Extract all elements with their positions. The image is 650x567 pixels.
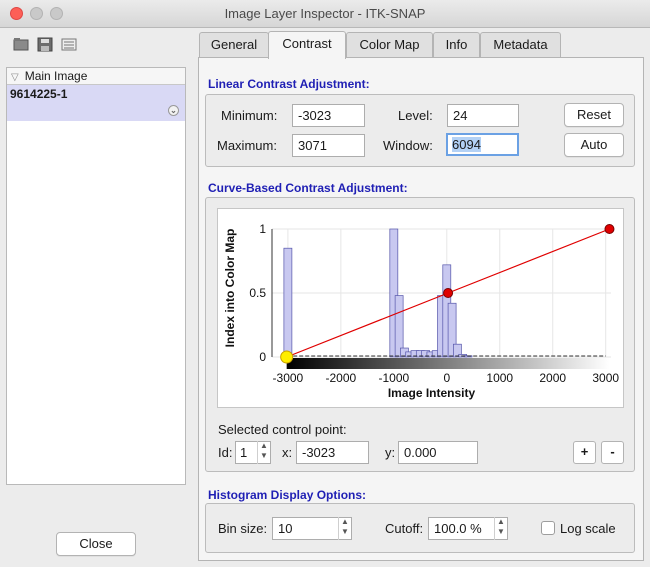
close-button[interactable]: Close [56,532,136,556]
layer-item-name: 9614225-1 [10,87,68,101]
chevron-down-icon[interactable]: ⌄ [168,105,179,116]
layer-group-header[interactable]: ▽ Main Image [7,68,185,85]
x-tick-label: -1000 [378,371,409,385]
window-title: Image Layer Inspector - ITK-SNAP [224,6,426,21]
y-tick-label: 1 [259,222,266,236]
histogram-bar [283,247,293,358]
bin-size-value: 10 [278,521,293,536]
layer-item[interactable]: 9614225-1 ⌄ [7,85,185,121]
x-axis-label: Image Intensity [388,386,476,400]
log-scale-checkbox[interactable] [541,521,555,535]
curve-chart[interactable]: -3000 -2000 -1000 0 1000 2000 3000 0 0.5 1 Image I… [218,209,625,409]
tab-color-map[interactable]: Color Map [346,32,433,58]
x-tick-label: 0 [443,371,450,385]
tab-info[interactable]: Info [433,32,480,58]
control-point[interactable] [604,224,615,234]
auto-button[interactable]: Auto [564,133,624,157]
layer-info-icon[interactable] [61,37,77,52]
maximum-label: Maximum: [217,138,277,153]
collapse-triangle-icon[interactable]: ▽ [11,72,19,83]
linear-contrast-title: Linear Contrast Adjustment: [208,77,370,91]
y-label: y: [385,445,396,460]
x-tick-label: -3000 [273,371,304,385]
cutoff-value: 100.0 % [434,521,482,536]
y-axis-label: Index into Color Map [223,229,237,348]
cutoff-spinner-arrows-icon[interactable]: ▲ ▼ [494,517,507,540]
bin-size-spinner-arrows-icon[interactable]: ▲ ▼ [338,517,351,540]
layer-list: ▽ Main Image 9614225-1 ⌄ [6,67,186,485]
reset-button[interactable]: Reset [564,103,624,127]
save-icon[interactable] [37,37,53,52]
layer-group-label: Main Image [24,69,88,83]
curve-plot[interactable]: -3000 -2000 -1000 0 1000 2000 3000 0 0.5 1 Image I… [217,208,624,408]
y-tick-label: 0 [259,350,266,364]
window-label: Window: [383,138,433,153]
x-tick-label: -2000 [326,371,357,385]
add-point-button[interactable]: + [573,441,596,464]
curve-contrast-title: Curve-Based Contrast Adjustment: [208,181,408,195]
x-label: x: [282,445,293,460]
x-tick-label: 2000 [539,371,566,385]
histogram-options-title: Histogram Display Options: [208,488,367,502]
remove-point-button[interactable]: - [601,441,624,464]
cutoff-label: Cutoff: [385,521,424,536]
bin-size-label: Bin size: [218,521,268,536]
level-input[interactable]: 24 [447,104,519,127]
x-tick-label: 1000 [486,371,513,385]
window-value: 6094 [452,137,481,152]
intensity-colorbar [286,358,610,369]
window-input[interactable]: 6094 [446,133,519,156]
log-scale-label: Log scale [560,521,616,536]
tab-contrast[interactable]: Contrast [268,31,346,59]
open-folder-icon[interactable] [13,37,29,52]
maximum-input[interactable]: 3071 [292,134,365,157]
control-point-selected[interactable] [280,350,294,364]
control-point[interactable] [443,288,454,298]
id-spinner-arrows-icon[interactable]: ▲ ▼ [257,441,270,464]
x-input[interactable]: -3023 [296,441,369,464]
id-label: Id: [218,445,233,460]
level-label: Level: [398,108,433,123]
tab-metadata[interactable]: Metadata [480,32,561,58]
title-bar: Image Layer Inspector - ITK-SNAP [0,0,650,28]
id-value: 1 [240,445,248,460]
y-tick-label: 0.5 [249,286,266,300]
tab-general[interactable]: General [199,32,269,58]
minimum-label: Minimum: [221,108,278,123]
x-tick-label: 3000 [592,371,619,385]
selected-point-label: Selected control point: [218,422,347,437]
y-input[interactable]: 0.000 [398,441,478,464]
minimum-input[interactable]: -3023 [292,104,365,127]
